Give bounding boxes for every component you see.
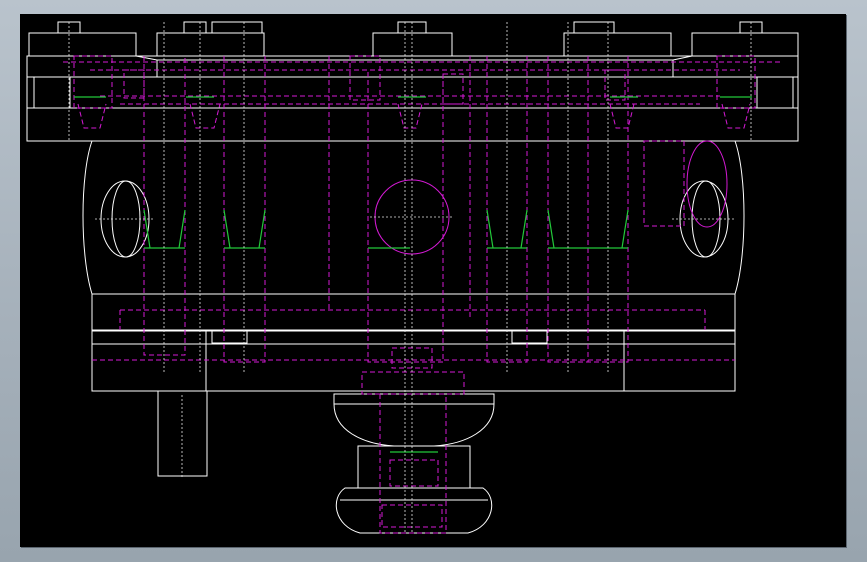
centerlines (68, 22, 752, 533)
cad-viewport[interactable] (20, 14, 846, 547)
main-body[interactable] (82, 140, 745, 331)
top-plate[interactable] (26, 21, 799, 142)
drawing-canvas[interactable] (20, 14, 846, 547)
thread-marks (74, 96, 752, 453)
magenta-features (374, 140, 728, 255)
bottom-knob[interactable] (333, 393, 495, 534)
